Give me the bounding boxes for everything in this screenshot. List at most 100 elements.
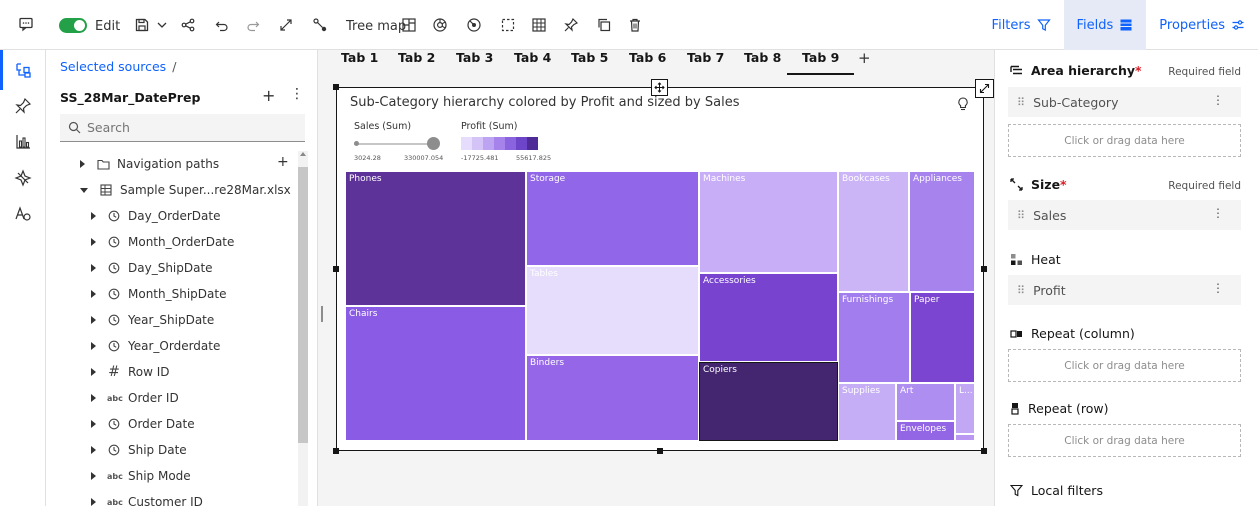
repeat-row-drop-zone[interactable]: Click or drag data here	[1008, 424, 1241, 457]
resize-handle[interactable]	[981, 448, 987, 454]
repeat-column-drop-zone[interactable]: Click or drag data here	[1008, 349, 1241, 382]
tab-3[interactable]: Tab 3	[456, 50, 493, 74]
resize-handle[interactable]	[657, 448, 663, 454]
treemap-tile[interactable]: Envelopes	[896, 421, 955, 441]
caret-right-icon[interactable]	[91, 368, 96, 376]
tree-item[interactable]: Year_ShipDate	[91, 310, 214, 330]
tab-6[interactable]: Tab 6	[629, 50, 666, 74]
treemap-tile[interactable]: Chairs	[345, 306, 526, 441]
pin-icon[interactable]	[11, 94, 35, 118]
edit-toggle[interactable]	[59, 18, 87, 33]
caret-right-icon[interactable]	[80, 160, 85, 168]
tree-item[interactable]: Day_OrderDate	[91, 206, 220, 226]
filters-tab[interactable]: Filters	[979, 0, 1064, 50]
panel-splitter[interactable]	[318, 50, 326, 506]
treemap-tile[interactable]: Tables	[526, 266, 699, 355]
scroll-up-icon[interactable]	[300, 152, 306, 156]
fields-tab[interactable]: Fields	[1063, 0, 1147, 50]
caret-right-icon[interactable]	[91, 212, 96, 220]
overflow-menu-icon[interactable]: ⋮	[1212, 281, 1224, 295]
pin-icon[interactable]	[563, 16, 579, 34]
treemap-tile[interactable]: Bookcases	[838, 171, 909, 292]
visualizations-icon[interactable]	[11, 130, 35, 154]
add-source-icon[interactable]: +	[262, 86, 275, 105]
tree-item[interactable]: abc Order ID	[91, 388, 179, 408]
tab-4[interactable]: Tab 4	[514, 50, 551, 74]
treemap-tile[interactable]: Paper	[910, 292, 975, 383]
caret-right-icon[interactable]	[91, 394, 96, 402]
scrollbar-thumb[interactable]	[298, 167, 308, 443]
tab-8[interactable]: Tab 8	[744, 50, 781, 74]
overflow-menu-icon[interactable]: ⋮	[1212, 93, 1224, 107]
drag-handle-icon[interactable]: ⠿	[1017, 96, 1025, 109]
treemap-tile[interactable]: Appliances	[909, 171, 975, 292]
selected-sources-link[interactable]: Selected sources	[60, 59, 166, 74]
aperture-icon[interactable]	[432, 16, 448, 34]
tree-item[interactable]: Month_OrderDate	[91, 232, 234, 252]
resize-handle[interactable]	[333, 266, 339, 272]
tree-item[interactable]: Navigation paths +	[80, 154, 289, 174]
properties-tab[interactable]: Properties	[1146, 0, 1258, 50]
resize-handle[interactable]	[333, 84, 339, 90]
treemap-tile[interactable]: Art	[896, 383, 955, 421]
tab-9[interactable]: Tab 9	[786, 50, 855, 75]
resize-handle[interactable]	[981, 266, 987, 272]
treemap-icon[interactable]	[401, 16, 417, 34]
maximize-icon[interactable]	[279, 16, 293, 34]
caret-right-icon[interactable]	[91, 316, 96, 324]
local-filters-header[interactable]: Local filters	[1010, 483, 1103, 498]
area-drop-zone[interactable]: Click or drag data here	[1008, 124, 1241, 157]
tab-7[interactable]: Tab 7	[687, 50, 724, 74]
tree-item[interactable]: Month_ShipDate	[91, 284, 226, 304]
move-handle[interactable]	[651, 79, 668, 96]
resize-handle[interactable]	[333, 448, 339, 454]
tab-5[interactable]: Tab 5	[571, 50, 608, 74]
save-icon[interactable]	[134, 16, 150, 34]
caret-right-icon[interactable]	[91, 420, 96, 428]
tree-item[interactable]: Year_Orderdate	[91, 336, 220, 356]
treemap-tile[interactable]: Accessories	[699, 273, 838, 362]
assistant-icon[interactable]	[11, 166, 35, 190]
redo-icon[interactable]	[246, 17, 260, 35]
expand-handle[interactable]	[975, 79, 994, 98]
tree-item[interactable]: # Row ID	[91, 362, 170, 382]
text-widget-icon[interactable]	[11, 202, 35, 226]
lightbulb-icon[interactable]	[957, 96, 969, 115]
grid-icon[interactable]	[531, 16, 547, 34]
area-hierarchy-slot[interactable]: ⠿ Sub-Category ⋮	[1008, 87, 1241, 117]
caret-right-icon[interactable]	[91, 238, 96, 246]
drag-handle-icon[interactable]: ⠿	[1017, 284, 1025, 297]
tree-item[interactable]: Day_ShipDate	[91, 258, 213, 278]
caret-down-icon[interactable]	[80, 187, 88, 193]
splitter-grip[interactable]	[321, 306, 323, 322]
treemap-tile[interactable]: L...	[955, 383, 975, 434]
copy-icon[interactable]	[596, 16, 612, 34]
caret-right-icon[interactable]	[91, 472, 96, 480]
caret-right-icon[interactable]	[91, 342, 96, 350]
add-tab-button[interactable]: +	[858, 49, 871, 67]
tab-1[interactable]: Tab 1	[341, 50, 378, 74]
search-field[interactable]	[60, 114, 305, 142]
caret-right-icon[interactable]	[91, 290, 96, 298]
caret-right-icon[interactable]	[91, 498, 96, 506]
tree-item[interactable]: Sample Super...re28Mar.xlsx	[80, 180, 291, 200]
drag-handle-icon[interactable]: ⠿	[1017, 209, 1025, 222]
caret-right-icon[interactable]	[91, 264, 96, 272]
share-icon[interactable]	[180, 16, 196, 34]
connections-icon[interactable]	[312, 16, 328, 34]
tree-item[interactable]: abc Customer ID	[91, 492, 203, 506]
tree-item[interactable]: abc Ship Mode	[91, 466, 191, 486]
search-input[interactable]	[87, 120, 287, 135]
treemap-tile[interactable]: Binders	[526, 355, 699, 441]
treemap-tile[interactable]: Storage	[526, 171, 699, 266]
data-sources-icon[interactable]	[0, 50, 35, 90]
add-navigation-path-icon[interactable]: +	[277, 154, 289, 170]
treemap-tile[interactable]: Machines	[699, 171, 838, 273]
caret-right-icon[interactable]	[91, 446, 96, 454]
tree-item[interactable]: Ship Date	[91, 440, 187, 460]
overflow-menu-icon[interactable]: ⋮	[290, 86, 304, 102]
size-slot[interactable]: ⠿ Sales ⋮	[1008, 200, 1241, 230]
insights-icon[interactable]	[466, 16, 482, 34]
comment-icon[interactable]	[18, 15, 34, 33]
select-icon[interactable]	[500, 16, 516, 34]
